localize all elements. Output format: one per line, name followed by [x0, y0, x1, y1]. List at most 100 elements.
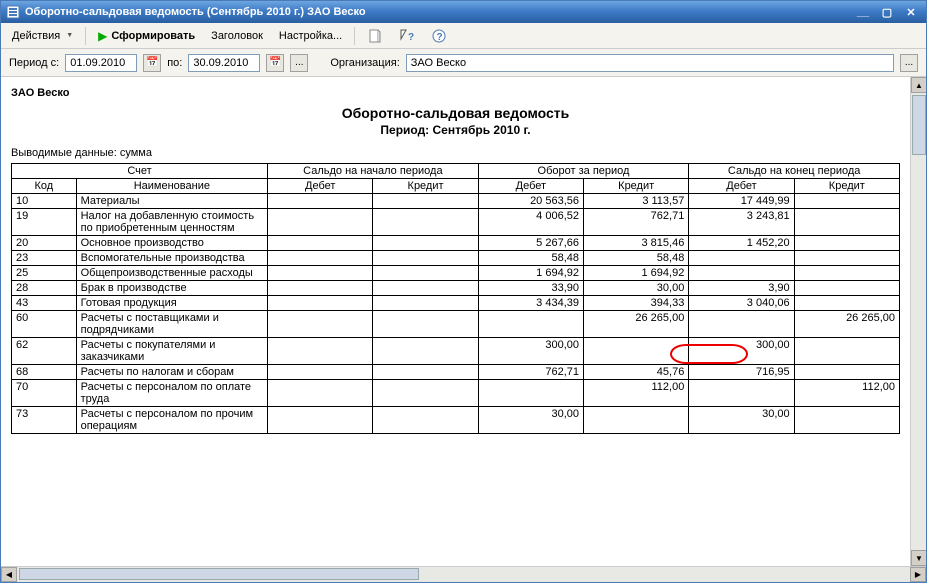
- cell-turn-credit: 394,33: [584, 296, 689, 311]
- cell-close-credit: [794, 209, 899, 236]
- cell-open-debit: [268, 194, 373, 209]
- cell-close-debit: 30,00: [689, 407, 794, 434]
- table-row[interactable]: 19Налог на добавленную стоимость по прио…: [12, 209, 900, 236]
- cell-close-credit: [794, 251, 899, 266]
- header-button[interactable]: Заголовок: [204, 27, 270, 45]
- cell-close-debit: [689, 380, 794, 407]
- generate-label: Сформировать: [111, 30, 195, 42]
- period-picker-button[interactable]: ...: [290, 54, 308, 72]
- separator: [85, 27, 86, 45]
- cell-open-debit: [268, 296, 373, 311]
- cell-close-debit: 3 243,81: [689, 209, 794, 236]
- cell-open-debit: [268, 311, 373, 338]
- help-icon: ?: [431, 28, 447, 44]
- cell-code: 62: [12, 338, 77, 365]
- cell-open-credit: [373, 365, 478, 380]
- cell-close-credit: [794, 338, 899, 365]
- report-note: Выводимые данные: сумма: [11, 147, 900, 159]
- table-row[interactable]: 60Расчеты с поставщиками и подрядчиками2…: [12, 311, 900, 338]
- cell-turn-credit: 26 265,00: [584, 311, 689, 338]
- report-period: Период: Сентябрь 2010 г.: [11, 123, 900, 137]
- scroll-down-icon[interactable]: ▼: [911, 550, 926, 566]
- scroll-thumb[interactable]: [912, 95, 926, 155]
- help-context-button[interactable]: ?: [392, 25, 422, 47]
- close-button[interactable]: ✕: [900, 3, 922, 21]
- header-label: Заголовок: [211, 30, 263, 42]
- maximize-button[interactable]: ▢: [876, 3, 898, 21]
- cell-open-credit: [373, 236, 478, 251]
- actions-label: Действия: [12, 30, 60, 42]
- play-icon: ▶: [98, 29, 107, 43]
- cell-name: Расчеты с поставщиками и подрядчиками: [76, 311, 267, 338]
- scroll-up-icon[interactable]: ▲: [911, 77, 926, 93]
- horizontal-scrollbar[interactable]: ◀ ▶: [1, 566, 926, 582]
- cell-name: Вспомогательные производства: [76, 251, 267, 266]
- cell-close-credit: [794, 266, 899, 281]
- help-button[interactable]: ?: [424, 25, 454, 47]
- cell-name: Брак в производстве: [76, 281, 267, 296]
- cell-open-debit: [268, 365, 373, 380]
- cell-turn-debit: [478, 311, 583, 338]
- table-row[interactable]: 43Готовая продукция3 434,39394,333 040,0…: [12, 296, 900, 311]
- cell-code: 19: [12, 209, 77, 236]
- table-row[interactable]: 28Брак в производстве33,9030,003,90: [12, 281, 900, 296]
- col-open-debit: Дебет: [268, 179, 373, 194]
- cell-turn-debit: 30,00: [478, 407, 583, 434]
- scroll-thumb[interactable]: [19, 568, 419, 580]
- cell-turn-debit: 762,71: [478, 365, 583, 380]
- content-area: ЗАО Веско Оборотно-сальдовая ведомость П…: [1, 77, 926, 566]
- cell-close-credit: [794, 236, 899, 251]
- calendar-from-button[interactable]: 📅: [143, 54, 161, 72]
- generate-button[interactable]: ▶ Сформировать: [91, 26, 202, 46]
- actions-menu[interactable]: Действия ▼: [5, 27, 80, 45]
- cell-close-debit: [689, 251, 794, 266]
- cell-open-credit: [373, 407, 478, 434]
- cell-open-debit: [268, 251, 373, 266]
- date-to-input[interactable]: [188, 54, 260, 72]
- cell-turn-debit: 20 563,56: [478, 194, 583, 209]
- cell-turn-credit: 112,00: [584, 380, 689, 407]
- cell-name: Расчеты с покупателями и заказчиками: [76, 338, 267, 365]
- settings-button[interactable]: Настройка...: [272, 27, 349, 45]
- cell-open-debit: [268, 209, 373, 236]
- table-row[interactable]: 70Расчеты с персоналом по оплате труда11…: [12, 380, 900, 407]
- cell-code: 20: [12, 236, 77, 251]
- minimize-button[interactable]: __: [852, 3, 874, 21]
- cell-open-debit: [268, 236, 373, 251]
- table-row[interactable]: 23Вспомогательные производства58,4858,48: [12, 251, 900, 266]
- table-row[interactable]: 10Материалы20 563,563 113,5717 449,99: [12, 194, 900, 209]
- cell-close-credit: 26 265,00: [794, 311, 899, 338]
- period-to-label: по:: [167, 57, 182, 69]
- calendar-to-button[interactable]: 📅: [266, 54, 284, 72]
- vertical-scrollbar[interactable]: ▲ ▼: [910, 77, 926, 566]
- print-button[interactable]: [360, 25, 390, 47]
- cell-name: Расчеты по налогам и сборам: [76, 365, 267, 380]
- table-row[interactable]: 25Общепроизводственные расходы1 694,921 …: [12, 266, 900, 281]
- table-row[interactable]: 20Основное производство5 267,663 815,461…: [12, 236, 900, 251]
- scroll-track[interactable]: [17, 567, 910, 582]
- report-table: Счет Сальдо на начало периода Оборот за …: [11, 163, 900, 434]
- org-picker-button[interactable]: ...: [900, 54, 918, 72]
- table-row[interactable]: 73Расчеты с персоналом по прочим операци…: [12, 407, 900, 434]
- table-row[interactable]: 68Расчеты по налогам и сборам762,7145,76…: [12, 365, 900, 380]
- date-from-input[interactable]: [65, 54, 137, 72]
- cell-turn-credit: [584, 407, 689, 434]
- filter-bar: Период с: 📅 по: 📅 ... Организация: ...: [1, 49, 926, 77]
- scroll-left-icon[interactable]: ◀: [1, 567, 17, 582]
- cell-close-credit: [794, 281, 899, 296]
- separator: [354, 27, 355, 45]
- col-group-turn: Оборот за период: [478, 164, 689, 179]
- col-close-credit: Кредит: [794, 179, 899, 194]
- cell-open-credit: [373, 251, 478, 266]
- cell-turn-debit: 4 006,52: [478, 209, 583, 236]
- cell-close-debit: 1 452,20: [689, 236, 794, 251]
- cell-open-debit: [268, 266, 373, 281]
- org-input[interactable]: [406, 54, 894, 72]
- calendar-icon: 📅: [146, 57, 158, 68]
- cell-close-credit: [794, 194, 899, 209]
- period-from-label: Период с:: [9, 57, 59, 69]
- scroll-right-icon[interactable]: ▶: [910, 567, 926, 582]
- col-close-debit: Дебет: [689, 179, 794, 194]
- col-turn-debit: Дебет: [478, 179, 583, 194]
- table-row[interactable]: 62Расчеты с покупателями и заказчиками30…: [12, 338, 900, 365]
